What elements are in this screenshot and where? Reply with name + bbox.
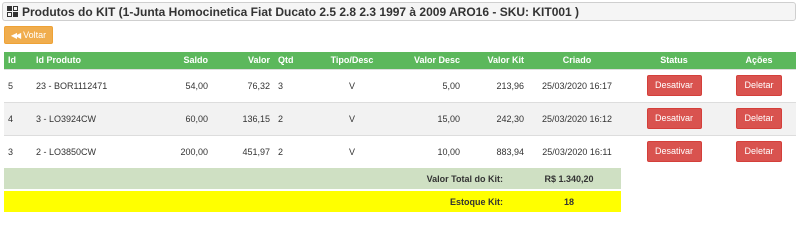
cell-qtd: 2 xyxy=(274,134,314,168)
col-header-valor-desc: Valor Desc xyxy=(390,52,464,69)
cell-valor-desc: 10,00 xyxy=(390,134,464,168)
back-button[interactable]: ◀◀ Voltar xyxy=(4,26,53,44)
col-header-tipo: Tipo/Desc xyxy=(314,52,390,69)
cell-tipo: V xyxy=(314,134,390,168)
cell-criado: 25/03/2020 16:11 xyxy=(528,134,626,168)
cell-status: Desativar xyxy=(626,68,722,102)
table-header-row: Id Id Produto Saldo Valor Qtd Tipo/Desc … xyxy=(4,52,796,69)
delete-button[interactable]: Deletar xyxy=(736,141,782,163)
delete-button[interactable]: Deletar xyxy=(736,75,782,96)
cell-status: Desativar xyxy=(626,101,722,135)
cell-valor: 136,15 xyxy=(212,101,274,135)
delete-button[interactable]: Deletar xyxy=(736,108,782,129)
col-header-id: Id xyxy=(4,52,32,69)
col-header-criado: Criado xyxy=(528,52,626,69)
cell-criado: 25/03/2020 16:17 xyxy=(528,68,626,102)
cell-tipo: V xyxy=(314,68,390,102)
cell-qtd: 3 xyxy=(274,68,314,102)
cell-id: 5 xyxy=(4,68,32,102)
cell-qtd: 2 xyxy=(274,101,314,135)
kit-stock-label: Estoque Kit: xyxy=(450,196,503,207)
col-header-valor: Valor xyxy=(212,52,274,69)
page-title-panel: Produtos do KIT (1-Junta Homocinetica Fi… xyxy=(2,2,796,21)
cell-status: Desativar xyxy=(626,134,722,168)
table-row: 3 2 - LO3850CW 200,00 451,97 2 V 10,00 8… xyxy=(4,134,796,168)
cell-produto: 2 - LO3850CW xyxy=(32,134,144,168)
col-header-saldo: Saldo xyxy=(144,52,212,69)
col-header-produto: Id Produto xyxy=(32,52,144,69)
col-header-valor-kit: Valor Kit xyxy=(464,52,528,69)
back-button-label: Voltar xyxy=(23,30,47,40)
kit-stock-row: Estoque Kit: 18 xyxy=(4,191,621,212)
cell-saldo: 200,00 xyxy=(144,134,212,168)
page-title: Produtos do KIT (1-Junta Homocinetica Fi… xyxy=(22,4,580,19)
cell-saldo: 60,00 xyxy=(144,101,212,135)
cell-saldo: 54,00 xyxy=(144,68,212,102)
kit-stock-value: 18 xyxy=(563,196,574,207)
cell-acoes: Deletar xyxy=(722,101,796,135)
deactivate-button[interactable]: Desativar xyxy=(646,108,702,129)
col-header-status: Status xyxy=(626,52,722,69)
kit-total-value: R$ 1.340,20 xyxy=(544,173,594,184)
table-row: 4 3 - LO3924CW 60,00 136,15 2 V 15,00 24… xyxy=(4,101,796,135)
cell-valor-desc: 5,00 xyxy=(390,68,464,102)
table-row: 5 23 - BOR1112471 54,00 76,32 3 V 5,00 2… xyxy=(4,68,796,102)
kit-products-table: Id Id Produto Saldo Valor Qtd Tipo/Desc … xyxy=(4,52,796,168)
cell-id: 4 xyxy=(4,101,32,135)
cell-valor-kit: 213,96 xyxy=(464,68,528,102)
grid-icon xyxy=(7,6,18,17)
cell-valor: 76,32 xyxy=(212,68,274,102)
cell-acoes: Deletar xyxy=(722,68,796,102)
cell-valor-desc: 15,00 xyxy=(390,101,464,135)
cell-acoes: Deletar xyxy=(722,134,796,168)
col-header-qtd: Qtd xyxy=(274,52,314,69)
cell-id: 3 xyxy=(4,134,32,168)
kit-total-row: Valor Total do Kit: R$ 1.340,20 xyxy=(4,168,621,189)
double-chevron-left-icon: ◀◀ xyxy=(10,30,21,40)
cell-valor-kit: 242,30 xyxy=(464,101,528,135)
kit-total-label: Valor Total do Kit: xyxy=(426,173,503,184)
cell-produto: 3 - LO3924CW xyxy=(32,101,144,135)
cell-produto: 23 - BOR1112471 xyxy=(32,68,144,102)
col-header-acoes: Ações xyxy=(722,52,796,69)
cell-valor-kit: 883,94 xyxy=(464,134,528,168)
deactivate-button[interactable]: Desativar xyxy=(646,75,702,96)
deactivate-button[interactable]: Desativar xyxy=(646,141,702,163)
cell-valor: 451,97 xyxy=(212,134,274,168)
cell-tipo: V xyxy=(314,101,390,135)
cell-criado: 25/03/2020 16:12 xyxy=(528,101,626,135)
